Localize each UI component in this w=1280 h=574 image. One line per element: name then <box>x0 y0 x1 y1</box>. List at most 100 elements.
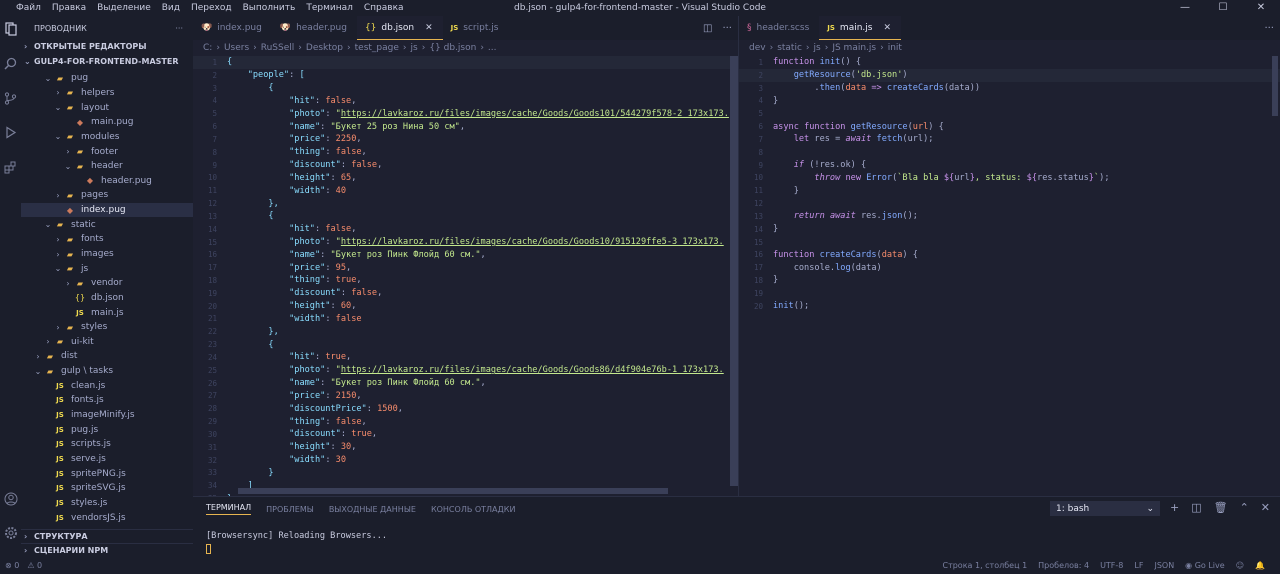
tree-item[interactable]: JS main.js <box>21 305 193 320</box>
more-actions-icon[interactable]: ··· <box>175 24 183 33</box>
tab-output[interactable]: ВЫХОДНЫЕ ДАННЫЕ <box>329 505 416 514</box>
tree-item[interactable]: JS imageMinify.js <box>21 408 193 423</box>
tree-item[interactable]: › ▰ helpers <box>21 86 193 101</box>
vertical-scrollbar[interactable] <box>730 56 738 486</box>
new-terminal-icon[interactable]: + <box>1170 501 1179 514</box>
account-icon[interactable] <box>2 492 19 509</box>
tree-item[interactable]: › ▰ ui-kit <box>21 335 193 350</box>
close-window-button[interactable]: ✕ <box>1242 0 1280 16</box>
tree-item[interactable]: ◆ header.pug <box>21 173 193 188</box>
breadcrumb-item[interactable]: JS main.js <box>832 43 876 53</box>
tree-item[interactable]: ⌄ ▰ pug <box>21 71 193 86</box>
language-mode[interactable]: JSON <box>1154 561 1174 570</box>
tree-item[interactable]: {} db.json <box>21 291 193 306</box>
explorer-icon[interactable] <box>2 22 19 39</box>
tree-item[interactable]: ◆ main.pug <box>21 115 193 130</box>
breadcrumb-item[interactable]: Users <box>224 43 249 53</box>
tab-terminal[interactable]: ТЕРМИНАЛ <box>206 503 252 515</box>
menu-item[interactable]: Переход <box>191 0 232 16</box>
tree-item[interactable]: ⌄ ▰ gulp \ tasks <box>21 364 193 379</box>
tree-item[interactable]: JS serve.js <box>21 452 193 467</box>
menu-item[interactable]: Терминал <box>306 0 353 16</box>
terminal-select[interactable]: 1: bash ⌄ <box>1050 501 1160 516</box>
npm-scripts-section[interactable]: › СЦЕНАРИИ NPM <box>21 543 193 557</box>
open-editors-section[interactable]: › ОТКРЫТЫЕ РЕДАКТОРЫ <box>21 40 193 53</box>
menu-item[interactable]: Выполнить <box>243 0 296 16</box>
cursor-position[interactable]: Строка 1, столбец 1 <box>942 561 1027 570</box>
code-editor-main-js[interactable]: 1 function init() {2 getResource('db.json… <box>739 56 1280 313</box>
tree-item[interactable]: › ▰ styles <box>21 320 193 335</box>
outline-section[interactable]: › СТРУКТУРА <box>21 529 193 543</box>
tree-item[interactable]: ◆ index.pug <box>21 202 193 218</box>
split-editor-icon[interactable]: ◫ <box>703 23 712 34</box>
tab-problems[interactable]: ПРОБЛЕМЫ <box>266 505 314 514</box>
breadcrumb-item[interactable]: static <box>777 43 802 53</box>
tree-item[interactable]: ⌄ ▰ layout <box>21 100 193 115</box>
tree-item[interactable]: JS spriteSVG.js <box>21 481 193 496</box>
tree-item[interactable]: › ▰ footer <box>21 144 193 159</box>
settings-gear-icon[interactable] <box>2 526 19 543</box>
tree-item[interactable]: JS fonts.js <box>21 393 193 408</box>
breadcrumb-item[interactable]: RuSSell <box>261 43 295 53</box>
tree-item[interactable]: JS spritePNG.js <box>21 466 193 481</box>
menu-item[interactable]: Выделение <box>97 0 151 16</box>
breadcrumb-item[interactable]: test_page <box>355 43 399 53</box>
tab-header-pug[interactable]: 🐶 header.pug <box>272 16 357 40</box>
breadcrumb-item[interactable]: Desktop <box>306 43 343 53</box>
tree-item[interactable]: › ▰ dist <box>21 349 193 364</box>
tree-item[interactable]: JS clean.js <box>21 378 193 393</box>
search-icon[interactable] <box>2 57 19 74</box>
tree-item[interactable]: ⌄ ▰ modules <box>21 130 193 145</box>
tree-item[interactable]: JS vendorsJS.js <box>21 510 193 525</box>
tree-item[interactable]: ⌄ ▰ js <box>21 261 193 276</box>
menu-item[interactable]: Справка <box>364 0 404 16</box>
indentation[interactable]: Пробелов: 4 <box>1038 561 1089 570</box>
maximize-button[interactable]: ☐ <box>1204 0 1242 16</box>
breadcrumb-item[interactable]: js <box>411 43 418 53</box>
breadcrumb-item[interactable]: {} db.json <box>429 43 476 53</box>
tab-db-json[interactable]: {} db.json ✕ <box>356 16 443 40</box>
tree-item[interactable]: › ▰ vendor <box>21 276 193 291</box>
run-debug-icon[interactable] <box>2 126 19 143</box>
tab-debug-console[interactable]: КОНСОЛЬ ОТЛАДКИ <box>431 505 516 514</box>
tab-index-pug[interactable]: 🐶 index.pug <box>193 16 272 40</box>
tree-item[interactable]: ⌄ ▰ header <box>21 159 193 174</box>
breadcrumb-item[interactable]: js <box>814 43 821 53</box>
breadcrumb-item[interactable]: C: <box>203 43 212 53</box>
go-live-button[interactable]: ◉ Go Live <box>1185 561 1225 570</box>
tree-item[interactable]: › ▰ pages <box>21 188 193 203</box>
tree-item[interactable]: › ▰ images <box>21 247 193 262</box>
tab-main-js[interactable]: JS main.js ✕ <box>819 16 902 40</box>
close-tab-icon[interactable]: ✕ <box>883 23 891 33</box>
tab-header-scss[interactable]: § header.scss <box>739 16 819 40</box>
trash-icon[interactable]: 🗑 <box>1214 501 1228 514</box>
more-actions-icon[interactable]: ··· <box>1264 23 1274 34</box>
menu-item[interactable]: Правка <box>52 0 86 16</box>
breadcrumb-item[interactable]: dev <box>749 43 766 53</box>
menu-item[interactable]: Файл <box>16 0 41 16</box>
source-control-icon[interactable] <box>2 92 19 109</box>
project-section[interactable]: ⌄ GULP4-FOR-FRONTEND-MASTER <box>21 55 193 68</box>
tree-item[interactable]: JS pug.js <box>21 422 193 437</box>
more-actions-icon[interactable]: ··· <box>722 23 732 34</box>
breadcrumb-item[interactable]: ... <box>488 43 497 53</box>
end-of-line[interactable]: LF <box>1134 561 1143 570</box>
feedback-icon[interactable]: ☺ <box>1236 561 1244 570</box>
tab-script-js[interactable]: JS script.js <box>443 16 509 40</box>
warnings-count[interactable]: ⚠ 0 <box>27 561 42 570</box>
notifications-bell-icon[interactable]: 🔔 <box>1255 561 1265 570</box>
encoding[interactable]: UTF-8 <box>1100 561 1123 570</box>
close-panel-icon[interactable]: ✕ <box>1261 501 1270 514</box>
code-editor-db-json[interactable]: 1{2 "people": [3 {4 "hit": false, 5 "phot… <box>193 56 738 496</box>
minimize-button[interactable]: — <box>1166 0 1204 16</box>
horizontal-scrollbar[interactable] <box>238 488 668 494</box>
vertical-scrollbar[interactable] <box>1272 56 1278 116</box>
menu-item[interactable]: Вид <box>162 0 180 16</box>
maximize-panel-icon[interactable]: ⌃ <box>1240 501 1249 514</box>
split-terminal-icon[interactable]: ◫ <box>1191 501 1201 514</box>
tree-item[interactable]: › ▰ fonts <box>21 232 193 247</box>
extensions-icon[interactable] <box>2 161 19 178</box>
close-tab-icon[interactable]: ✕ <box>425 23 433 33</box>
tree-item[interactable]: JS scripts.js <box>21 437 193 452</box>
tree-item[interactable]: ⌄ ▰ static <box>21 217 193 232</box>
